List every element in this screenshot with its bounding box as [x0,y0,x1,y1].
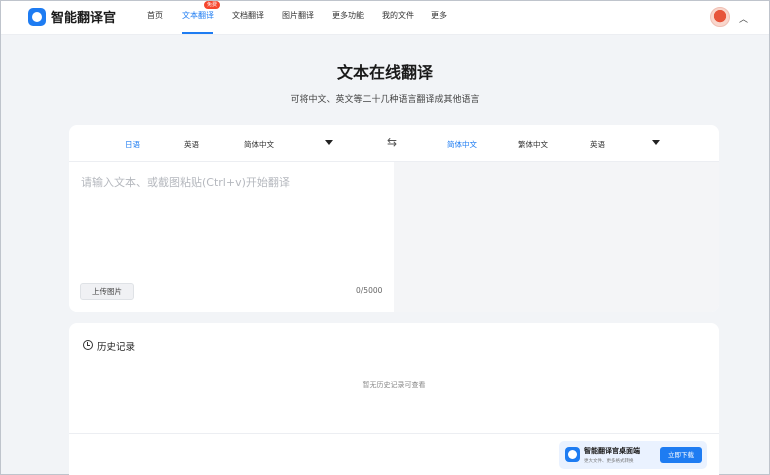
nav-my-files[interactable]: 我的文件 [382,10,414,21]
page-title: 文本在线翻译 [336,63,433,82]
nav-more-features[interactable]: 更多功能 [332,10,364,21]
source-lang-simplified-chinese[interactable]: 简体中文 [244,139,274,150]
user-avatar[interactable] [710,7,730,27]
target-lang-simplified-chinese[interactable]: 简体中文 [447,139,477,150]
chevron-up-icon[interactable]: ︿ [739,12,748,25]
source-text-area[interactable]: 请输入文本、或截图粘贴(Ctrl+v)开始翻译 上传图片 0/5000 [69,162,394,312]
source-lang-japanese[interactable]: 日语 [125,139,140,150]
target-lang-dropdown-icon[interactable] [652,140,660,145]
history-title: 历史记录 [97,342,136,353]
desktop-app-logo-icon [565,447,580,462]
translation-output-area [394,162,719,312]
source-lang-english[interactable]: 英语 [184,139,199,150]
active-tab-underline [182,32,213,34]
brand-name: 智能翻译官 [51,11,117,26]
language-bar: 日语 英语 简体中文 ⇆ 简体中文 繁体中文 英语 [69,125,719,162]
desktop-app-promo: 智能翻译官桌面端 更大文件、更多格式转换 立即下载 [559,441,707,469]
free-badge: 免费 [204,1,221,9]
promo-subtitle: 更大文件、更多格式转换 [584,459,634,464]
nav-doc-translate[interactable]: 文档翻译 [232,10,264,21]
nav-more[interactable]: 更多 [431,10,447,21]
nav-text-translate[interactable]: 文本翻译 [182,10,214,21]
brand-logo[interactable]: 智能翻译官 [28,7,116,26]
target-lang-english[interactable]: 英语 [590,139,605,150]
swap-languages-icon[interactable]: ⇆ [387,135,397,149]
history-icon [83,340,93,350]
history-empty-text: 暂无历史记录可查看 [362,381,426,389]
source-lang-dropdown-icon[interactable] [325,140,333,145]
upload-image-button[interactable]: 上传图片 [80,283,134,300]
top-nav: 智能翻译官 首页 文本翻译 免费 文档翻译 图片翻译 更多功能 我的文件 更多 … [1,1,769,35]
history-divider [69,433,719,434]
target-lang-traditional-chinese[interactable]: 繁体中文 [518,139,548,150]
download-button[interactable]: 立即下载 [660,447,702,463]
nav-home[interactable]: 首页 [147,10,163,21]
translator-card: 日语 英语 简体中文 ⇆ 简体中文 繁体中文 英语 请输入文本、或截图粘贴(Ct… [69,125,719,312]
promo-title: 智能翻译官桌面端 [584,447,640,455]
char-counter: 0/5000 [356,286,383,295]
app-logo-icon [28,7,46,26]
input-placeholder: 请输入文本、或截图粘贴(Ctrl+v)开始翻译 [81,176,290,189]
page-subtitle: 可将中文、英文等二十几种语言翻译成其他语言 [290,95,480,105]
nav-image-translate[interactable]: 图片翻译 [282,10,314,21]
